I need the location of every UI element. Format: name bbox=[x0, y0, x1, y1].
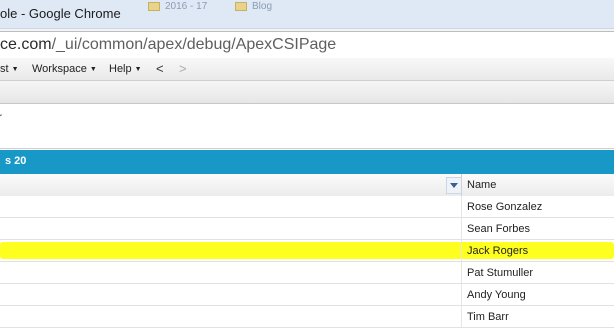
table-row[interactable]: Tim Barr bbox=[0, 306, 614, 328]
forward-button[interactable]: > bbox=[179, 61, 187, 76]
table-row[interactable]: Rose Gonzalez bbox=[0, 196, 614, 218]
menu-workspace[interactable]: Workspace ▼ bbox=[32, 63, 97, 75]
menu-help[interactable]: Help ▼ bbox=[109, 63, 142, 75]
dropdown-arrow-icon bbox=[450, 183, 458, 188]
chevron-down-icon: ▼ bbox=[89, 66, 97, 73]
query-results-header: s 20 bbox=[0, 150, 614, 174]
back-button[interactable]: < bbox=[156, 61, 164, 76]
name-cell: Jack Rogers bbox=[467, 245, 529, 257]
column-menu-button[interactable] bbox=[446, 177, 462, 194]
table-row[interactable]: Andy Young bbox=[0, 284, 614, 306]
cell-divider bbox=[461, 240, 462, 261]
column-header-name[interactable]: Name bbox=[467, 179, 496, 191]
cell-divider bbox=[461, 262, 462, 283]
window-title: ole - Google Chrome bbox=[0, 6, 121, 21]
url-field[interactable]: ce.com/_ui/common/apex/debug/ApexCSIPage bbox=[0, 31, 614, 58]
chevron-down-icon: ▼ bbox=[11, 66, 19, 73]
cell-divider bbox=[461, 218, 462, 239]
editor-panel: r bbox=[0, 104, 614, 149]
cell-divider bbox=[461, 196, 462, 217]
name-cell: Tim Barr bbox=[467, 311, 509, 323]
name-cell: Sean Forbes bbox=[467, 223, 530, 235]
name-cell: Pat Stumuller bbox=[467, 267, 534, 279]
menu-test[interactable]: st ▼ bbox=[0, 63, 19, 75]
table-row[interactable]: Jack Rogers bbox=[0, 240, 614, 262]
cell-divider bbox=[461, 306, 462, 327]
table-row[interactable]: Pat Stumuller bbox=[0, 262, 614, 284]
url-path: /_ui/common/apex/debug/ApexCSIPage bbox=[51, 36, 337, 53]
name-cell: Andy Young bbox=[467, 289, 526, 301]
results-grid: Rose Gonzalez Sean Forbes Jack Rogers Pa… bbox=[0, 196, 614, 328]
query-results-count: s 20 bbox=[5, 155, 27, 167]
editor-tab-strip bbox=[0, 81, 614, 104]
bookmark-blog[interactable]: Blog bbox=[235, 1, 272, 15]
bookmark-2016-17[interactable]: 2016 - 17 bbox=[148, 1, 207, 15]
dev-console-menu-bar: st ▼ Workspace ▼ Help ▼ < > bbox=[0, 58, 614, 81]
table-row[interactable]: Sean Forbes bbox=[0, 218, 614, 240]
url-domain: ce.com bbox=[0, 36, 52, 53]
folder-icon bbox=[148, 1, 160, 11]
cell-divider bbox=[461, 284, 462, 305]
editor-text: r bbox=[0, 110, 2, 124]
address-bar: ce.com/_ui/common/apex/debug/ApexCSIPage bbox=[0, 29, 614, 58]
folder-icon bbox=[235, 1, 247, 11]
chevron-down-icon: ▼ bbox=[134, 66, 142, 73]
name-cell: Rose Gonzalez bbox=[467, 201, 543, 213]
grid-header: Name bbox=[0, 174, 614, 197]
column-divider[interactable] bbox=[461, 174, 462, 196]
window-title-bar: ole - Google Chrome 2016 - 17 Blog bbox=[0, 0, 614, 29]
